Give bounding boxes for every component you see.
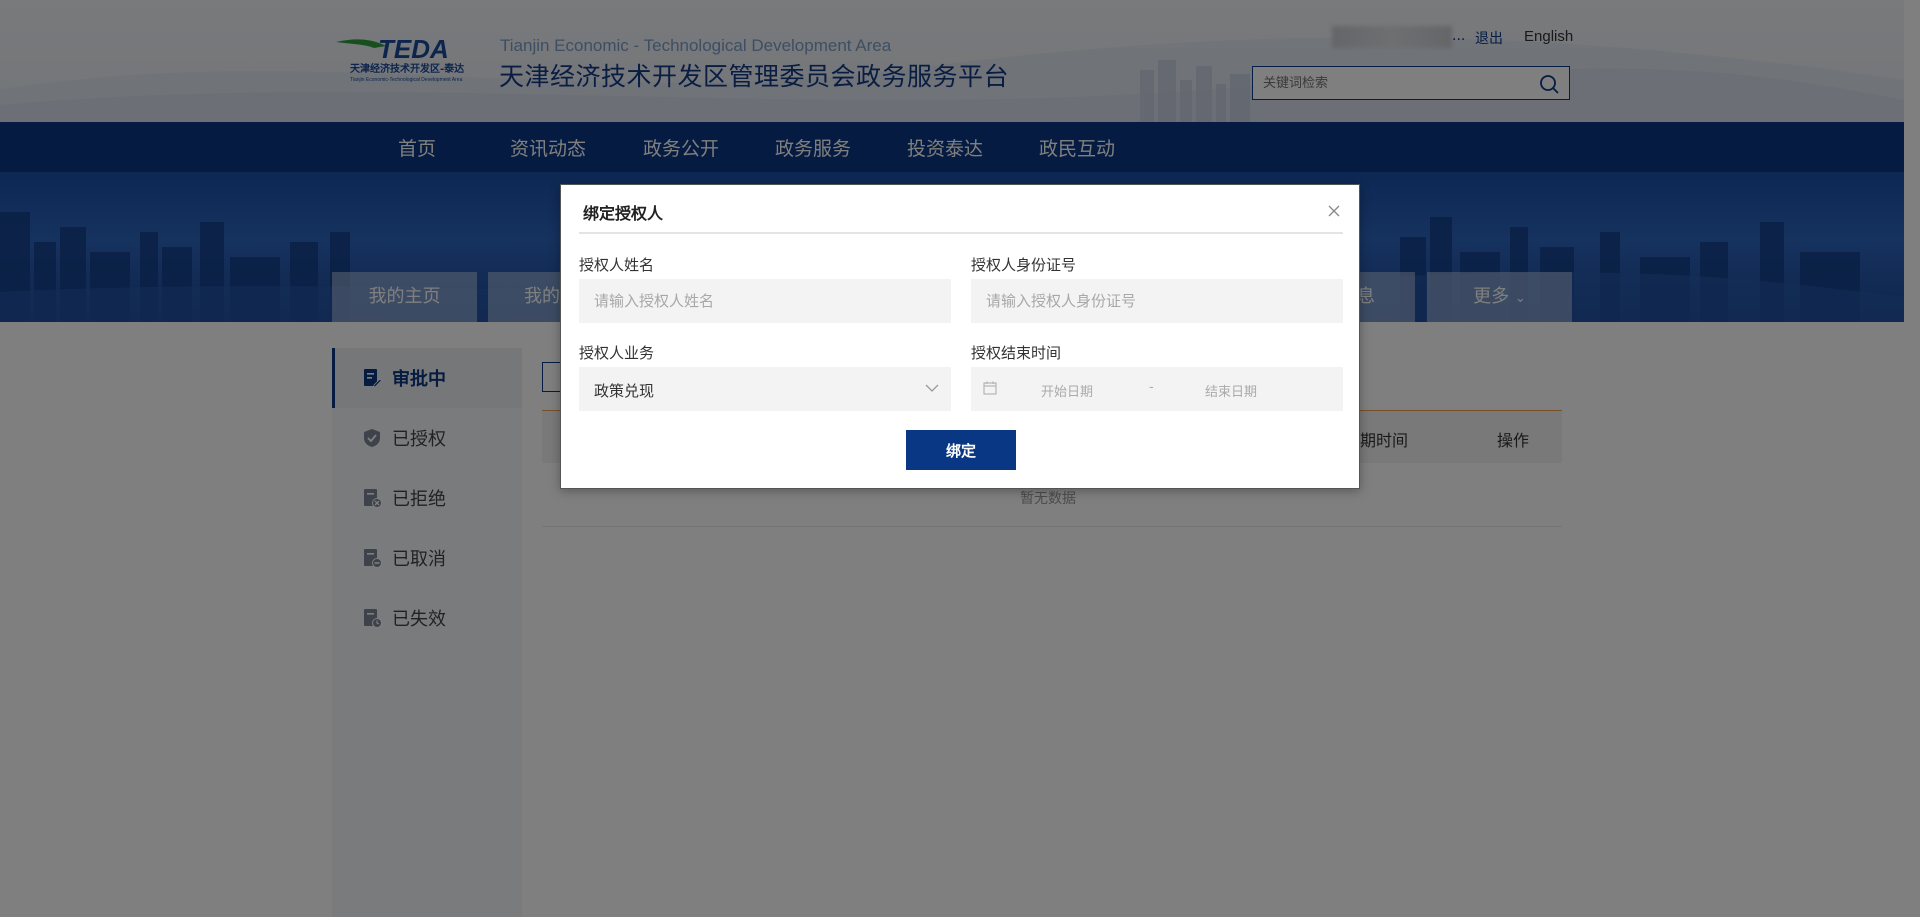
date-range-picker[interactable]: 开始日期 - 结束日期 [971,367,1343,411]
business-label: 授权人业务 [579,344,655,362]
name-label: 授权人姓名 [579,256,655,274]
business-selected-value: 政策兑现 [594,382,655,400]
authorizer-name-input[interactable] [579,279,951,323]
business-select[interactable]: 政策兑现 [579,367,951,411]
calendar-icon [983,381,997,395]
close-icon[interactable] [1327,204,1341,218]
id-number-label: 授权人身份证号 [971,256,1077,274]
dialog-title-divider [579,232,1343,234]
name-field [579,279,951,323]
chevron-down-icon [925,384,939,392]
end-time-label: 授权结束时间 [971,344,1062,362]
dialog-title: 绑定授权人 [583,204,664,223]
date-range-separator: - [1149,380,1154,395]
end-date-input[interactable]: 结束日期 [1205,381,1257,400]
bind-authorizer-dialog: 绑定授权人 授权人姓名 授权人身份证号 授权人业务 政策兑现 授权结束时间 开始… [560,184,1360,489]
start-date-input[interactable]: 开始日期 [1041,381,1093,400]
authorizer-id-input[interactable] [971,279,1343,323]
id-number-field [971,279,1343,323]
bind-submit-button[interactable]: 绑定 [906,430,1016,470]
